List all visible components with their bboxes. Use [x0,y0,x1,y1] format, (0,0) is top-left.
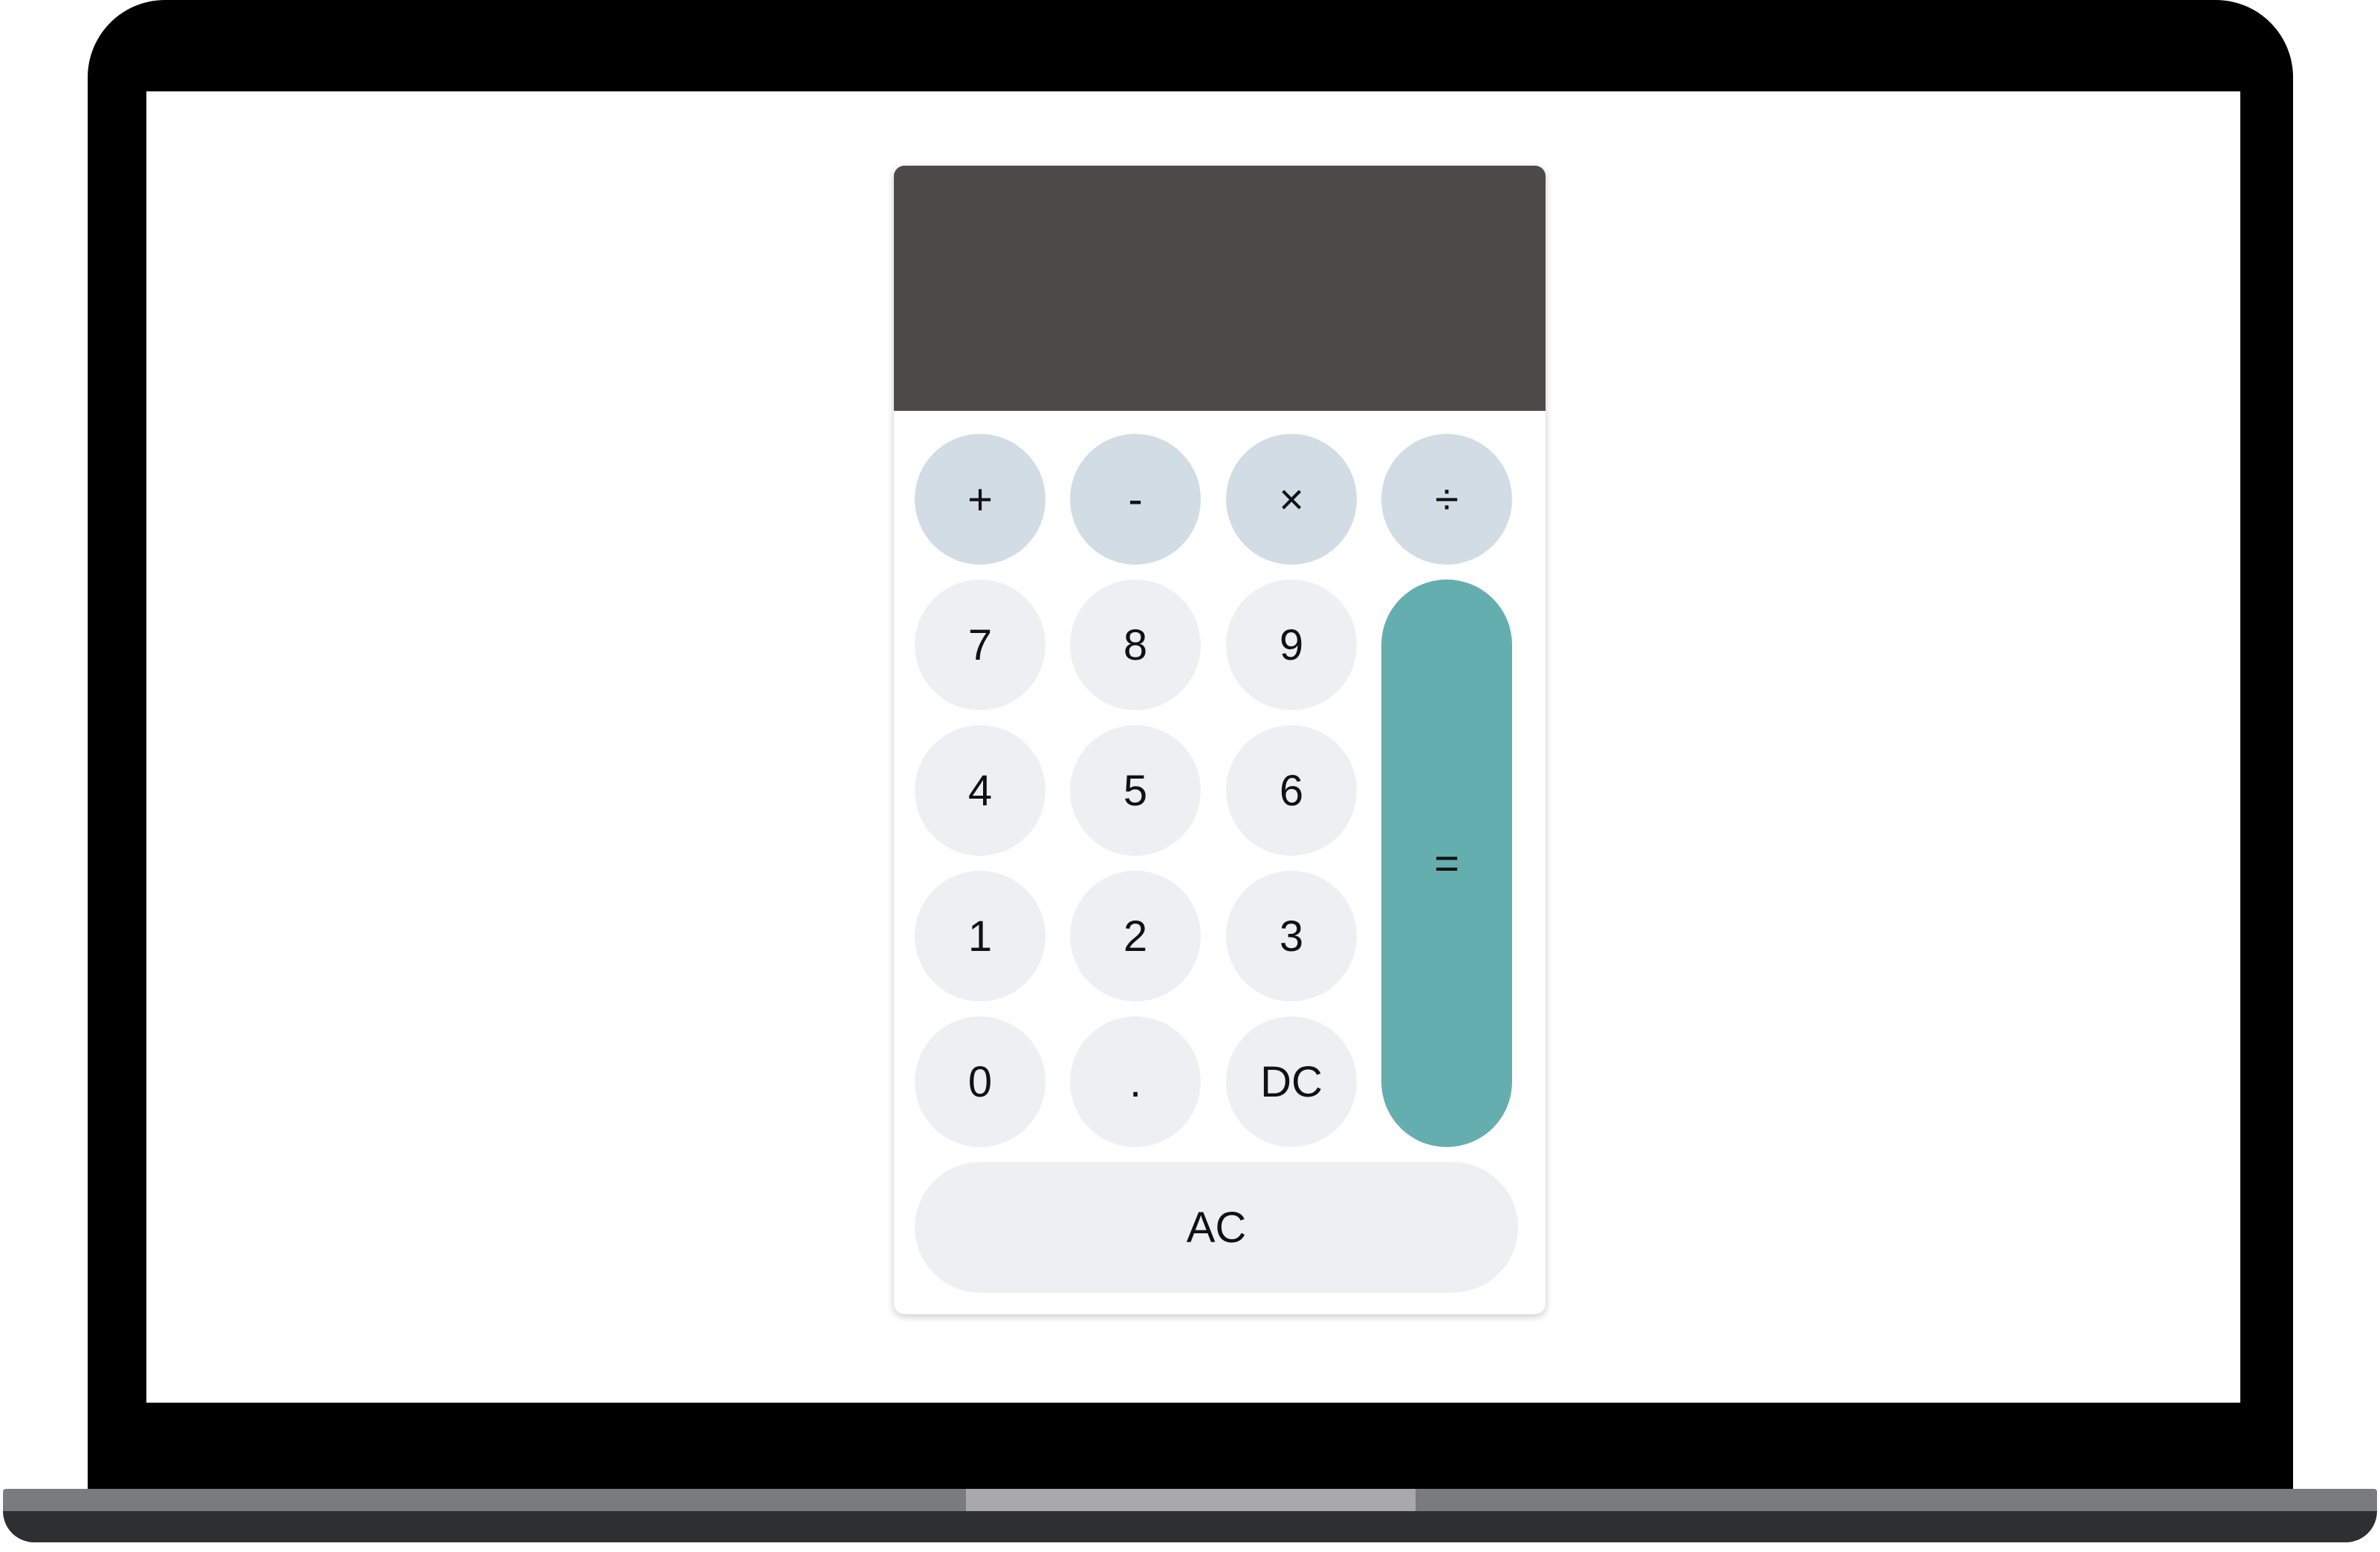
divide-button[interactable]: ÷ [1381,434,1512,565]
digit-3-button[interactable]: 3 [1226,871,1357,1001]
equals-button[interactable]: = [1381,579,1512,1147]
decimal-button[interactable]: . [1070,1016,1201,1147]
digit-7-button[interactable]: 7 [915,579,1045,710]
delete-button[interactable]: DC [1226,1016,1357,1147]
all-clear-button[interactable]: AC [915,1162,1518,1293]
laptop-screen: + - × ÷ 7 8 9 = 4 5 6 1 2 3 0 . DC AC [146,91,2240,1403]
digit-4-button[interactable]: 4 [915,725,1045,856]
laptop-base-notch [966,1489,1416,1511]
digit-5-button[interactable]: 5 [1070,725,1201,856]
digit-0-button[interactable]: 0 [915,1016,1045,1147]
subtract-button[interactable]: - [1070,434,1201,565]
multiply-button[interactable]: × [1226,434,1357,565]
add-button[interactable]: + [915,434,1045,565]
calculator-display [894,166,1546,411]
calculator: + - × ÷ 7 8 9 = 4 5 6 1 2 3 0 . DC AC [894,166,1546,1314]
laptop-base [3,1511,2377,1542]
digit-9-button[interactable]: 9 [1226,579,1357,710]
digit-8-button[interactable]: 8 [1070,579,1201,710]
digit-1-button[interactable]: 1 [915,871,1045,1001]
digit-6-button[interactable]: 6 [1226,725,1357,856]
digit-2-button[interactable]: 2 [1070,871,1201,1001]
